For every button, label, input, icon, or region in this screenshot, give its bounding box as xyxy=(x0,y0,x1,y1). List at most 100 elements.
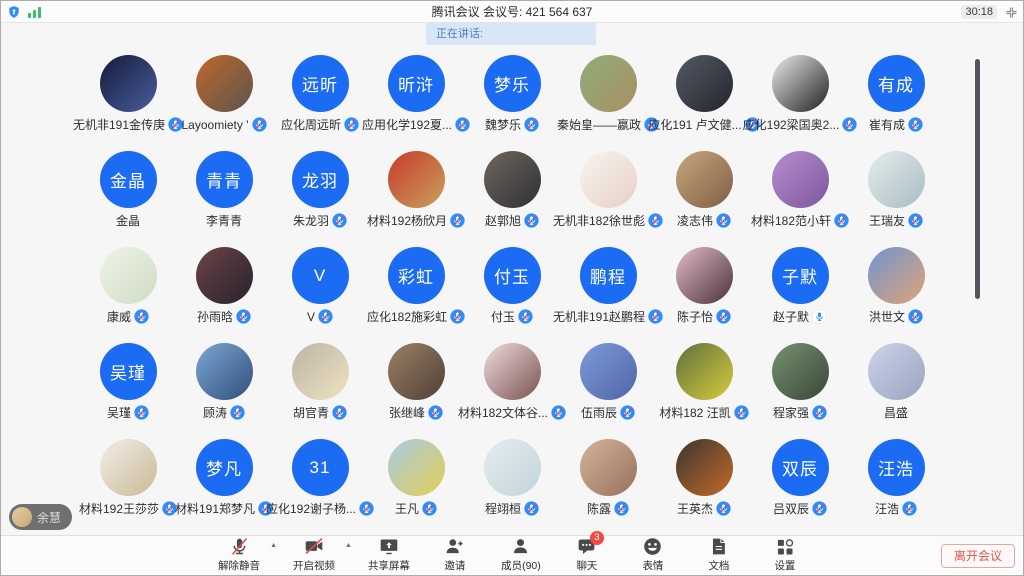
participant-avatar: 子默 xyxy=(772,247,829,304)
participant-tile[interactable]: 远昕 应化周远昕 xyxy=(272,55,368,151)
tool-label: 文档 xyxy=(708,558,729,573)
participant-name: 洪世文 xyxy=(869,308,905,325)
participant-tile[interactable]: 材料192杨欣月 xyxy=(368,151,464,247)
participant-tile[interactable]: 王英杰 xyxy=(656,439,752,535)
chat-button[interactable]: 3 聊天 xyxy=(564,536,610,573)
participant-tile[interactable]: 秦始皇——嬴政 xyxy=(560,55,656,151)
participant-tile[interactable]: 材料182范小轩 xyxy=(752,151,848,247)
participant-tile[interactable]: 陈子怡 xyxy=(656,247,752,343)
participant-name: 吴瑾 xyxy=(107,404,131,421)
share-screen-button[interactable]: 共享屏幕 xyxy=(366,536,412,573)
participant-avatar: 付玉 xyxy=(484,247,541,304)
invite-icon xyxy=(444,536,465,557)
participant-name: 朱龙羽 xyxy=(293,212,329,229)
video-options-caret[interactable]: ▲ xyxy=(345,542,352,549)
participant-avatar xyxy=(580,439,637,496)
mic-muted-icon xyxy=(524,501,539,516)
tool-label: 成员(90) xyxy=(501,558,541,573)
participant-tile[interactable]: 凌志伟 xyxy=(656,151,752,247)
participant-tile[interactable]: 有成 崔有成 xyxy=(848,55,944,151)
docs-button[interactable]: 文档 xyxy=(696,536,742,573)
participant-name: 顾涛 xyxy=(203,404,227,421)
mic-muted-icon xyxy=(230,405,245,420)
participant-avatar xyxy=(580,151,637,208)
participant-tile[interactable]: 鹏程 无机非191赵鹏程 xyxy=(560,247,656,343)
participant-tile[interactable]: 材料192王莎莎 xyxy=(80,439,176,535)
start-video-button[interactable]: 开启视频 xyxy=(291,536,337,573)
participant-tile[interactable]: 应化192梁国奥2... xyxy=(752,55,848,151)
participant-avatar: 梦凡 xyxy=(196,439,253,496)
participant-tile[interactable]: 顾涛 xyxy=(176,343,272,439)
participant-tile[interactable]: 无机非191金传庚 xyxy=(80,55,176,151)
participant-tile[interactable]: Layoomiety ' xyxy=(176,55,272,151)
participant-tile[interactable]: 金晶 金晶 xyxy=(80,151,176,247)
mic-options-caret[interactable]: ▲ xyxy=(270,542,277,549)
participant-tile[interactable]: 昌盛 xyxy=(848,343,944,439)
participant-tile[interactable]: 胡官青 xyxy=(272,343,368,439)
mic-muted-icon xyxy=(344,117,359,132)
participant-tile[interactable]: 吴瑾 吴瑾 xyxy=(80,343,176,439)
mic-muted-icon xyxy=(716,213,731,228)
participant-tile[interactable]: V V xyxy=(272,247,368,343)
camera-off-icon xyxy=(303,536,325,557)
members-button[interactable]: 成员(90) xyxy=(498,536,544,573)
participant-tile[interactable]: 31 应化192谢子杨... xyxy=(272,439,368,535)
participant-tile[interactable]: 王凡 xyxy=(368,439,464,535)
participant-avatar xyxy=(676,247,733,304)
participant-tile[interactable]: 程家强 xyxy=(752,343,848,439)
participant-name: 材料192王莎莎 xyxy=(79,500,159,517)
mic-muted-icon xyxy=(134,405,149,420)
participant-name: 材料182文体谷... xyxy=(458,404,548,421)
participant-tile[interactable]: 彩虹 应化182施彩虹 xyxy=(368,247,464,343)
meeting-window: 腾讯会议 会议号: 421 564 637 30:18 正在讲话: 无机非191… xyxy=(0,0,1024,576)
participant-tile[interactable]: 无机非182徐世彪 xyxy=(560,151,656,247)
invite-button[interactable]: 邀请 xyxy=(432,536,478,573)
participant-tile[interactable]: 程翊桓 xyxy=(464,439,560,535)
participant-tile[interactable]: 梦乐 魏梦乐 xyxy=(464,55,560,151)
participant-name: 陈露 xyxy=(587,500,611,517)
participant-avatar xyxy=(196,55,253,112)
unmute-button[interactable]: 解除静音 xyxy=(216,536,262,573)
participant-tile[interactable]: 伍雨辰 xyxy=(560,343,656,439)
participant-name: 程家强 xyxy=(773,404,809,421)
exit-fullscreen-icon[interactable] xyxy=(1005,6,1018,19)
participant-tile[interactable]: 昕浒 应用化学192夏... xyxy=(368,55,464,151)
participant-name: 应化182施彩虹 xyxy=(367,308,447,325)
participant-tile[interactable]: 洪世文 xyxy=(848,247,944,343)
participant-tile[interactable]: 材料182 汪凯 xyxy=(656,343,752,439)
participant-tile[interactable]: 汪浩 汪浩 xyxy=(848,439,944,535)
tool-label: 设置 xyxy=(774,558,795,573)
mic-muted-icon xyxy=(524,117,539,132)
participant-tile[interactable]: 梦凡 材料191郑梦凡 xyxy=(176,439,272,535)
participant-avatar xyxy=(484,439,541,496)
participant-name: 应化191 卢文健... xyxy=(648,116,741,133)
speaking-banner: 正在讲话: xyxy=(426,23,596,45)
participant-tile[interactable]: 付玉 付玉 xyxy=(464,247,560,343)
self-view-bubble[interactable]: 余慧 xyxy=(9,504,72,530)
participant-tile[interactable]: 赵郭旭 xyxy=(464,151,560,247)
participant-avatar xyxy=(388,343,445,400)
emoji-button[interactable]: 表情 xyxy=(630,536,676,573)
participant-tile[interactable]: 应化191 卢文健... xyxy=(656,55,752,151)
participant-tile[interactable]: 子默 赵子默 xyxy=(752,247,848,343)
participant-tile[interactable]: 王瑞友 xyxy=(848,151,944,247)
settings-button[interactable]: 设置 xyxy=(762,536,808,573)
participant-avatar xyxy=(676,439,733,496)
participant-tile[interactable]: 张继峰 xyxy=(368,343,464,439)
participant-tile[interactable]: 双辰 吕双辰 xyxy=(752,439,848,535)
participant-name: 昌盛 xyxy=(884,404,908,421)
participant-tile[interactable]: 材料182文体谷... xyxy=(464,343,560,439)
participant-avatar xyxy=(484,343,541,400)
participant-tile[interactable]: 孙雨晗 xyxy=(176,247,272,343)
leave-meeting-button[interactable]: 离开会议 xyxy=(941,544,1015,568)
participant-tile[interactable]: 龙羽 朱龙羽 xyxy=(272,151,368,247)
participant-tile[interactable]: 青青 李青青 xyxy=(176,151,272,247)
vertical-scrollbar[interactable] xyxy=(975,59,980,299)
participant-name: 王瑞友 xyxy=(869,212,905,229)
participant-tile[interactable]: 康威 xyxy=(80,247,176,343)
mic-muted-icon xyxy=(229,536,250,557)
participant-avatar: 彩虹 xyxy=(388,247,445,304)
participant-avatar: 31 xyxy=(292,439,349,496)
participant-avatar xyxy=(100,439,157,496)
participant-tile[interactable]: 陈露 xyxy=(560,439,656,535)
